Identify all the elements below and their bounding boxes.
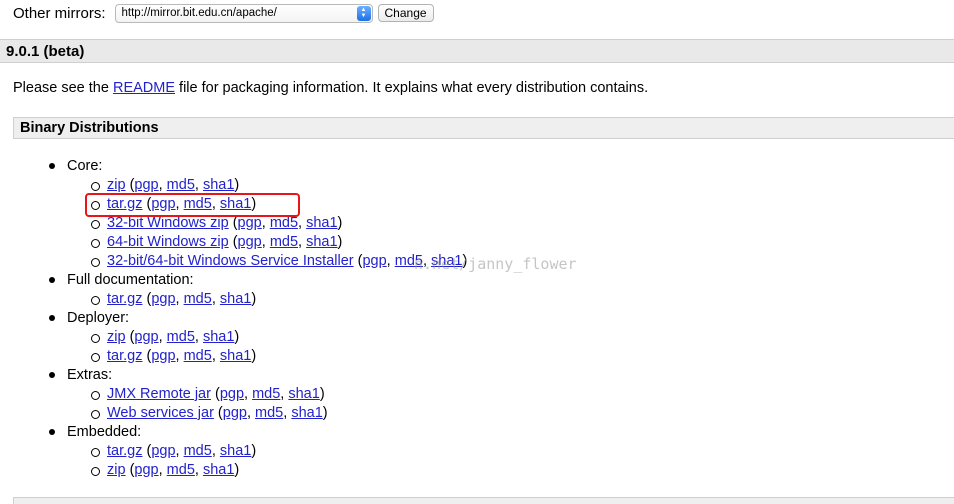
download-link[interactable]: JMX Remote jar	[107, 386, 211, 402]
download-item: JMX Remote jar (pgp, md5, sha1)	[0, 385, 954, 404]
signature-link[interactable]: pgp	[151, 348, 175, 364]
signature-link[interactable]: sha1	[306, 234, 337, 250]
download-link[interactable]: 32-bit/64-bit Windows Service Installer	[107, 253, 354, 269]
signature-link[interactable]: md5	[167, 177, 195, 193]
signature-link[interactable]: md5	[184, 291, 212, 307]
signature-link[interactable]: sha1	[203, 462, 234, 478]
mirror-select[interactable]: http://mirror.bit.edu.cn/apache/ ▲ ▼	[114, 3, 373, 23]
signature-link[interactable]: pgp	[151, 291, 175, 307]
highlight-box	[85, 193, 300, 217]
signature-link[interactable]: md5	[184, 348, 212, 364]
signature-link[interactable]: pgp	[134, 177, 158, 193]
signature-link[interactable]: pgp	[238, 234, 262, 250]
download-link[interactable]: zip	[107, 329, 126, 345]
signature-link[interactable]: md5	[167, 329, 195, 345]
mirror-row: Other mirrors: http://mirror.bit.edu.cn/…	[13, 2, 434, 24]
signature-link[interactable]: sha1	[288, 386, 319, 402]
download-link[interactable]: zip	[107, 177, 126, 193]
signature-link[interactable]: sha1	[291, 405, 322, 421]
download-link[interactable]: tar.gz	[107, 443, 142, 459]
binary-distributions-header: Binary Distributions	[13, 117, 954, 139]
download-item: zip (pgp, md5, sha1)	[0, 461, 954, 480]
signature-link[interactable]: sha1	[431, 253, 462, 269]
signature-link[interactable]: pgp	[151, 443, 175, 459]
mirror-label: Other mirrors:	[13, 4, 106, 22]
select-arrows-icon: ▲ ▼	[356, 5, 371, 21]
signature-link[interactable]: pgp	[223, 405, 247, 421]
signature-link[interactable]: pgp	[220, 386, 244, 402]
download-link[interactable]: 64-bit Windows zip	[107, 234, 229, 250]
download-link[interactable]: zip	[107, 462, 126, 478]
signature-link[interactable]: md5	[270, 234, 298, 250]
download-item: 32-bit/64-bit Windows Service Installer …	[0, 252, 954, 271]
category-extras: Extras:	[0, 366, 954, 385]
signature-link[interactable]: sha1	[306, 215, 337, 231]
version-header: 9.0.1 (beta)	[0, 39, 954, 63]
intro-before: Please see the	[13, 80, 113, 96]
download-item: tar.gz (pgp, md5, sha1)	[0, 290, 954, 309]
download-item: tar.gz (pgp, md5, sha1)	[0, 442, 954, 461]
download-link[interactable]: tar.gz	[107, 291, 142, 307]
signature-link[interactable]: md5	[167, 462, 195, 478]
signature-link[interactable]: pgp	[134, 462, 158, 478]
signature-link[interactable]: md5	[252, 386, 280, 402]
intro-text: Please see the README file for packaging…	[13, 80, 648, 96]
signature-link[interactable]: sha1	[220, 291, 251, 307]
download-item: tar.gz (pgp, md5, sha1)	[0, 347, 954, 366]
signature-link[interactable]: md5	[255, 405, 283, 421]
signature-link[interactable]: sha1	[203, 329, 234, 345]
mirror-select-value: http://mirror.bit.edu.cn/apache/	[121, 7, 277, 19]
signature-link[interactable]: md5	[184, 443, 212, 459]
signature-link[interactable]: md5	[395, 253, 423, 269]
download-link[interactable]: Web services jar	[107, 405, 214, 421]
download-link[interactable]: 32-bit Windows zip	[107, 215, 229, 231]
signature-link[interactable]: sha1	[220, 443, 251, 459]
category-embedded: Embedded:	[0, 423, 954, 442]
change-button[interactable]: Change	[377, 4, 434, 22]
download-item: Web services jar (pgp, md5, sha1)	[0, 404, 954, 423]
signature-link[interactable]: sha1	[203, 177, 234, 193]
next-section-header	[13, 497, 954, 504]
signature-link[interactable]: sha1	[220, 348, 251, 364]
intro-after: file for packaging information. It expla…	[175, 80, 649, 96]
category-full-documentation: Full documentation:	[0, 271, 954, 290]
download-item: 64-bit Windows zip (pgp, md5, sha1)	[0, 233, 954, 252]
signature-link[interactable]: pgp	[362, 253, 386, 269]
signature-link[interactable]: pgp	[134, 329, 158, 345]
signature-link[interactable]: pgp	[238, 215, 262, 231]
download-item: zip (pgp, md5, sha1)	[0, 328, 954, 347]
readme-link[interactable]: README	[113, 80, 175, 96]
download-link[interactable]: tar.gz	[107, 348, 142, 364]
signature-link[interactable]: md5	[270, 215, 298, 231]
category-core: Core:	[0, 157, 954, 176]
category-deployer: Deployer:	[0, 309, 954, 328]
